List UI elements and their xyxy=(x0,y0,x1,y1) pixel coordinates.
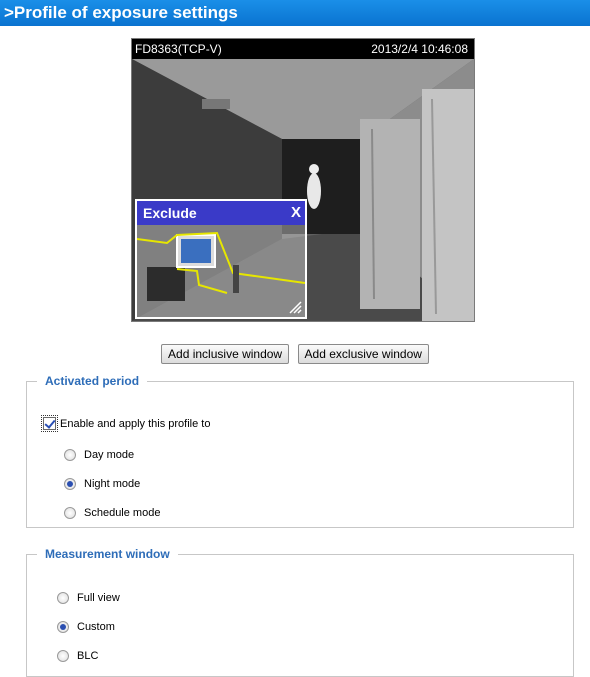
add-inclusive-window-button[interactable]: Add inclusive window xyxy=(161,344,290,364)
night-mode-option[interactable]: Night mode xyxy=(64,478,140,490)
activated-period-group: Activated period Enable and apply this p… xyxy=(26,374,574,528)
enable-profile-row[interactable]: Enable and apply this profile to xyxy=(41,415,211,432)
schedule-mode-label: Schedule mode xyxy=(84,507,161,519)
enable-profile-checkbox[interactable] xyxy=(41,415,58,432)
schedule-mode-radio[interactable] xyxy=(64,507,76,519)
video-timestamp: 2013/2/4 10:46:08 xyxy=(371,42,468,56)
exclude-window[interactable]: Exclude X xyxy=(135,199,307,319)
camera-preview[interactable]: FD8363(TCP-V) 2013/2/4 10:46:08 Exclude … xyxy=(131,38,475,322)
full-view-option[interactable]: Full view xyxy=(57,592,120,604)
exclude-scene-image xyxy=(136,231,306,301)
add-exclusive-window-button[interactable]: Add exclusive window xyxy=(297,344,429,364)
activated-period-legend: Activated period xyxy=(45,374,140,388)
exclude-window-area[interactable] xyxy=(136,225,306,317)
blc-option[interactable]: BLC xyxy=(57,650,98,662)
close-icon[interactable]: X xyxy=(291,201,301,225)
measurement-window-legend: Measurement window xyxy=(45,547,170,561)
page-title: >Profile of exposure settings xyxy=(0,0,590,26)
exclude-window-label: Exclude xyxy=(143,205,197,221)
custom-option[interactable]: Custom xyxy=(57,621,115,633)
enable-profile-label: Enable and apply this profile to xyxy=(60,417,211,430)
night-mode-radio[interactable] xyxy=(64,478,76,490)
measurement-window-group: Measurement window Full view Custom BLC xyxy=(26,547,574,677)
day-mode-label: Day mode xyxy=(84,449,135,461)
day-mode-option[interactable]: Day mode xyxy=(64,449,134,461)
resize-handle-icon[interactable] xyxy=(288,300,302,314)
blc-radio[interactable] xyxy=(57,650,69,662)
camera-id: FD8363(TCP-V) xyxy=(135,42,222,56)
full-view-radio[interactable] xyxy=(57,592,69,604)
blc-label: BLC xyxy=(77,650,99,662)
custom-label: Custom xyxy=(77,621,115,633)
custom-radio[interactable] xyxy=(57,621,69,633)
window-button-row: Add inclusive window Add exclusive windo… xyxy=(0,344,590,364)
exclude-window-header[interactable]: Exclude X xyxy=(137,201,305,225)
video-overlay-header: FD8363(TCP-V) 2013/2/4 10:46:08 xyxy=(132,39,474,59)
full-view-label: Full view xyxy=(77,592,120,604)
schedule-mode-option[interactable]: Schedule mode xyxy=(64,507,160,519)
day-mode-radio[interactable] xyxy=(64,449,76,461)
night-mode-label: Night mode xyxy=(84,478,141,490)
